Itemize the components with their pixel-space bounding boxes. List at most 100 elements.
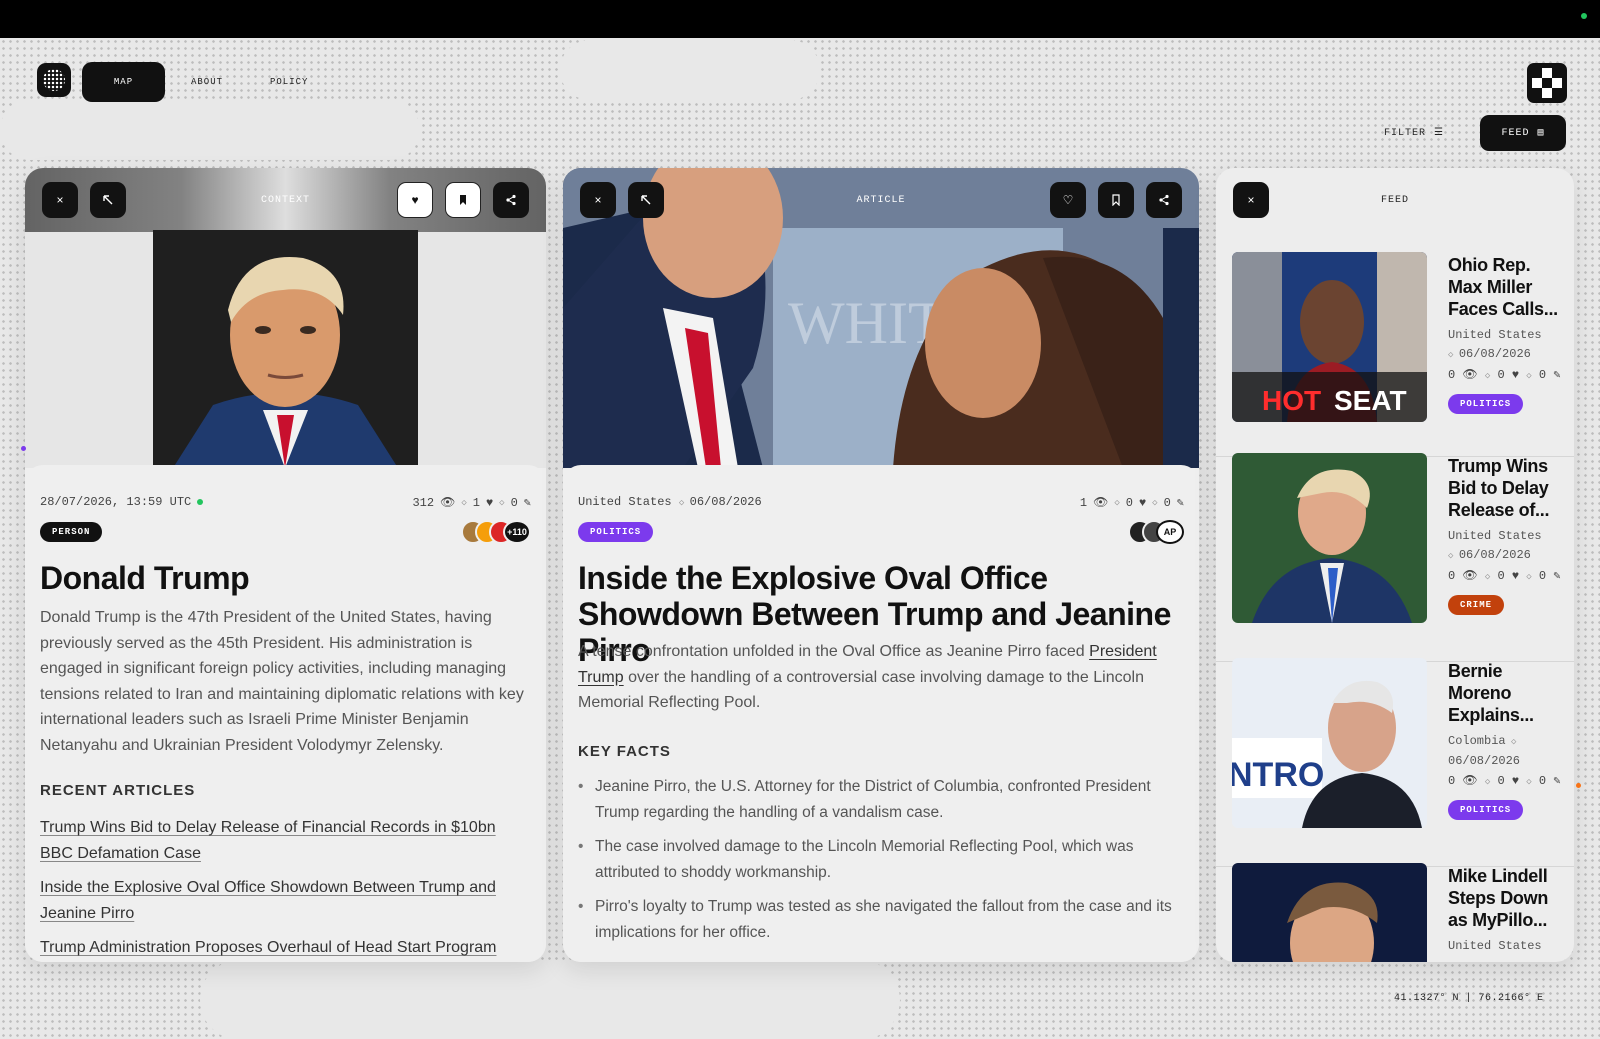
feed-item[interactable]: Trump Wins Bid to Delay Release of... Un… [1216, 453, 1574, 662]
arrow-up-left-icon [103, 195, 113, 205]
feed-item[interactable]: HOT SEAT Ohio Rep. Max Miller Faces Call… [1216, 252, 1574, 457]
feed-item-meta: United States ◇ 06/08/2026 [1448, 529, 1542, 562]
feed-item-meta: Colombia ◇ 06/08/2026 [1448, 734, 1521, 768]
feed-item-stats: 0 👁 ◇ 0 ♥ ◇ 0 ✎ [1448, 569, 1561, 583]
feed-list-icon: ▤ [1537, 128, 1545, 139]
live-indicator [197, 498, 204, 505]
feed-item-meta: United States [1448, 939, 1542, 953]
map-coordinates: 41.1327° N | 76.2166° E [1394, 993, 1544, 1004]
heart-icon: ♥ [1138, 495, 1147, 510]
category-tag[interactable]: POLITICS [1448, 800, 1524, 820]
close-button[interactable]: × [42, 182, 78, 218]
view-count: 312 [412, 495, 435, 510]
like-count: 0 [1125, 495, 1133, 510]
filter-button[interactable]: FILTER ☰ [1384, 115, 1444, 151]
feed-button[interactable]: FEED ▤ [1480, 115, 1566, 151]
recent-article-link[interactable]: Trump Administration Proposes Overhaul o… [40, 935, 531, 961]
pencil-icon: ✎ [1176, 496, 1184, 510]
panel-title: FEED [1380, 194, 1409, 206]
expand-button[interactable] [90, 182, 126, 218]
feed-item-meta: United States ◇ 06/08/2026 [1448, 328, 1542, 361]
bookmark-icon [460, 195, 466, 205]
close-button[interactable]: × [1233, 182, 1269, 218]
bookmark-icon [1112, 194, 1120, 206]
map-marker[interactable] [21, 446, 26, 451]
map-ocean [560, 40, 820, 100]
window-top-bar [0, 0, 1600, 38]
category-tag[interactable]: PERSON [40, 522, 103, 542]
entity-description: Donald Trump is the 47th President of th… [40, 609, 524, 754]
key-facts-list: Jeanine Pirro, the U.S. Attorney for the… [578, 774, 1184, 954]
feed-item-title[interactable]: Bernie Moreno Explains... [1448, 660, 1566, 726]
recent-articles-heading: RECENT ARTICLES [40, 782, 196, 799]
nav-policy-link[interactable]: POLICY [270, 62, 308, 102]
article-summary: A tense confrontation unfolded in the Ov… [578, 643, 1157, 711]
nav-about-link[interactable]: ABOUT [191, 62, 223, 102]
feed-list: HOT SEAT Ohio Rep. Max Miller Faces Call… [1216, 252, 1574, 962]
bookmark-button[interactable] [1098, 182, 1134, 218]
feed-item-title[interactable]: Mike Lindell Steps Down as MyPillo... [1448, 865, 1566, 931]
category-tag[interactable]: CRIME [1448, 595, 1505, 615]
feed-item-info: Mike Lindell Steps Down as MyPillo... Un… [1448, 865, 1566, 956]
context-meta: 28/07/2026, 13:59 UTC 312 👁 ◇ 1 ♥ ◇ 0 ✎ [40, 495, 531, 510]
map-marker[interactable] [1576, 783, 1581, 788]
close-icon: × [56, 193, 64, 207]
brand-icon[interactable] [1527, 63, 1567, 103]
source-badge-ap: AP [1156, 520, 1184, 544]
arrow-up-left-icon [641, 195, 651, 205]
like-button[interactable]: ♥ [397, 182, 433, 218]
pencil-icon: ✎ [1553, 569, 1561, 583]
close-button[interactable]: × [580, 182, 616, 218]
feed-item-title[interactable]: Trump Wins Bid to Delay Release of... [1448, 455, 1566, 521]
nav-map-tab[interactable]: MAP [82, 62, 165, 102]
share-icon [506, 194, 516, 206]
close-icon: × [1247, 193, 1255, 207]
pencil-icon: ✎ [523, 496, 531, 510]
article-tag-row: POLITICS AP [578, 520, 1184, 544]
bookmark-button[interactable] [445, 182, 481, 218]
heart-icon: ♥ [1511, 368, 1520, 382]
close-icon: × [594, 193, 602, 207]
eye-icon: 👁 [1462, 774, 1478, 788]
app-logo[interactable] [37, 63, 71, 97]
feed-panel: × FEED HOT SEAT Ohio Rep. Max Miller Fac… [1216, 168, 1574, 962]
feed-item[interactable]: NTRO Bernie Moreno Explains... Colombia … [1216, 658, 1574, 867]
article-date: 06/08/2026 [689, 495, 762, 509]
context-panel-header: × CONTEXT ♥ [25, 168, 546, 232]
avatar-more-count: +110 [503, 520, 531, 544]
feed-item-title[interactable]: Ohio Rep. Max Miller Faces Calls... [1448, 254, 1566, 320]
category-tag[interactable]: POLITICS [578, 522, 654, 542]
share-icon [1159, 194, 1169, 206]
sliders-icon: ☰ [1434, 128, 1444, 139]
expand-button[interactable] [628, 182, 664, 218]
recent-article-link[interactable]: Trump Wins Bid to Delay Release of Finan… [40, 815, 531, 866]
feed-item-info: Ohio Rep. Max Miller Faces Calls... Unit… [1448, 254, 1566, 414]
article-location: United States [578, 495, 672, 509]
category-tag[interactable]: POLITICS [1448, 394, 1524, 414]
timestamp: 28/07/2026, 13:59 UTC [40, 495, 192, 509]
eye-icon: 👁 [1462, 368, 1478, 382]
feed-panel-header: × FEED [1216, 168, 1574, 232]
recent-articles-list: Trump Wins Bid to Delay Release of Finan… [40, 815, 531, 962]
eye-icon: 👁 [1462, 569, 1478, 583]
article-panel: WHIT × ARTICLE ♡ United States ◇ 06/08/2… [563, 168, 1199, 962]
key-fact-item: Jeanine Pirro, the U.S. Attorney for the… [578, 774, 1184, 825]
heart-icon: ♥ [485, 495, 494, 510]
source-avatars[interactable]: AP [1128, 520, 1184, 544]
source-avatars[interactable]: +110 [461, 520, 531, 544]
feed-thumbnail: NTRO [1232, 658, 1427, 828]
status-dot [1581, 13, 1587, 19]
key-facts-heading: KEY FACTS [578, 743, 671, 760]
share-button[interactable] [493, 182, 529, 218]
feed-item-info: Trump Wins Bid to Delay Release of... Un… [1448, 455, 1566, 615]
recent-article-link[interactable]: Inside the Explosive Oval Office Showdow… [40, 875, 531, 926]
feed-thumbnail: HOT SEAT [1232, 252, 1427, 422]
thumb-text-hot: HOT [1262, 385, 1321, 416]
context-panel: × CONTEXT ♥ 28/07/2026, 13:59 UTC 312 👁 ◇ … [25, 168, 546, 962]
feed-thumbnail [1232, 863, 1427, 962]
like-button[interactable]: ♡ [1050, 182, 1086, 218]
edit-count: 0 [1163, 495, 1171, 510]
feed-item[interactable]: Mike Lindell Steps Down as MyPillo... Un… [1216, 863, 1574, 962]
share-button[interactable] [1146, 182, 1182, 218]
context-tag-row: PERSON +110 [40, 520, 531, 544]
